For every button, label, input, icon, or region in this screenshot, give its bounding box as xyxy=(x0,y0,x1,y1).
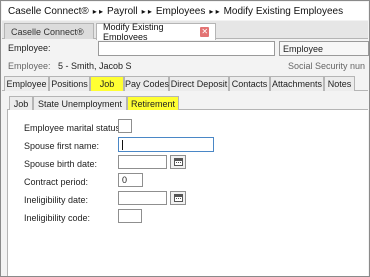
marital-status-label: Employee marital status: xyxy=(24,123,123,133)
tab-notes[interactable]: Notes xyxy=(324,76,355,91)
calendar-glyph xyxy=(174,158,183,166)
doc-tab-modify-existing-employees[interactable]: Modify Existing Employees ✕ xyxy=(96,22,216,42)
doc-tab-caselle-connect[interactable]: Caselle Connect® xyxy=(4,23,94,39)
employee-label: Employee: xyxy=(8,43,51,53)
tab-attachments[interactable]: Attachments xyxy=(270,76,324,91)
retirement-form: Employee marital status: Spouse first na… xyxy=(7,110,368,276)
employee-lookup-row: Employee: Employee xyxy=(2,40,369,58)
spouse-first-name-field[interactable] xyxy=(118,137,214,152)
contract-period-label: Contract period: xyxy=(24,177,89,187)
tab-contacts[interactable]: Contacts xyxy=(229,76,270,91)
employee-input[interactable] xyxy=(98,41,275,56)
subtab-job[interactable]: Job xyxy=(9,96,33,110)
main-tab-bar: Employee Positions Job Pay Codes Direct … xyxy=(2,76,368,91)
sub-tab-bar: Job State Unemployment Retirement xyxy=(7,96,368,110)
breadcrumb-separator: ▸ ▸ xyxy=(92,6,104,16)
spouse-birth-date-label: Spouse birth date: xyxy=(24,159,98,169)
tab-pay-codes[interactable]: Pay Codes xyxy=(124,76,169,91)
breadcrumb-caselle-connect[interactable]: Caselle Connect® xyxy=(8,6,89,17)
calendar-icon[interactable] xyxy=(170,155,186,169)
marital-status-field[interactable] xyxy=(118,119,132,133)
employee-info-value: 5 - Smith, Jacob S xyxy=(58,61,132,71)
doc-tab-label: Modify Existing Employees xyxy=(103,22,164,42)
breadcrumb: Caselle Connect® ▸ ▸ Payroll ▸ ▸ Employe… xyxy=(2,2,368,20)
calendar-glyph xyxy=(174,194,183,202)
document-tab-bar: Caselle Connect® Modify Existing Employe… xyxy=(2,21,368,42)
breadcrumb-separator: ▸ ▸ xyxy=(141,6,152,16)
ineligibility-date-label: Ineligibility date: xyxy=(24,195,89,205)
ineligibility-code-label: Ineligibility code: xyxy=(24,213,91,223)
breadcrumb-modify-existing-employees[interactable]: Modify Existing Employees xyxy=(224,6,344,17)
ssn-label: Social Security nun xyxy=(288,61,366,71)
spouse-first-name-label: Spouse first name: xyxy=(24,141,100,151)
employee-type-select[interactable]: Employee xyxy=(279,41,369,56)
tab-employee[interactable]: Employee xyxy=(4,76,49,91)
spouse-birth-date-field[interactable] xyxy=(118,155,167,169)
subtab-retirement[interactable]: Retirement xyxy=(127,96,179,110)
tab-direct-deposit[interactable]: Direct Deposit xyxy=(169,76,229,91)
text-caret xyxy=(122,140,123,150)
contract-period-field[interactable]: 0 xyxy=(118,173,143,187)
employee-info-bar: Employee: 5 - Smith, Jacob S Social Secu… xyxy=(2,58,368,74)
tab-positions[interactable]: Positions xyxy=(49,76,90,91)
breadcrumb-payroll[interactable]: Payroll xyxy=(107,6,138,17)
breadcrumb-employees[interactable]: Employees xyxy=(156,6,205,17)
ineligibility-code-field[interactable] xyxy=(118,209,142,223)
tab-job[interactable]: Job xyxy=(90,76,124,91)
doc-tab-label: Caselle Connect® xyxy=(11,26,84,37)
subtab-state-unemployment[interactable]: State Unemployment xyxy=(33,96,127,110)
app-window: Caselle Connect® ▸ ▸ Payroll ▸ ▸ Employe… xyxy=(0,0,370,277)
close-icon[interactable]: ✕ xyxy=(200,27,209,37)
breadcrumb-separator: ▸ ▸ xyxy=(209,6,220,16)
employee-info-label: Employee: xyxy=(8,61,51,71)
calendar-icon[interactable] xyxy=(170,191,186,205)
ineligibility-date-field[interactable] xyxy=(118,191,167,205)
